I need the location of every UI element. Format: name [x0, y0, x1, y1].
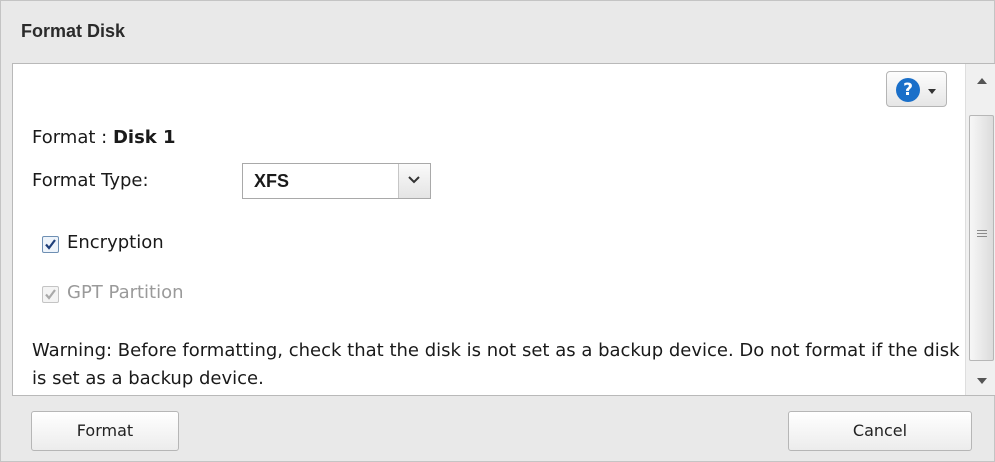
dropdown-button[interactable] — [398, 164, 430, 198]
dialog-title: Format Disk — [21, 21, 126, 41]
check-icon — [45, 289, 56, 300]
help-button[interactable]: ? — [886, 71, 947, 107]
scroll-up-arrow-icon[interactable] — [977, 78, 987, 84]
format-disk-dialog: Format Disk ? Format : Disk 1 Format Typ… — [0, 0, 995, 462]
gpt-partition-checkbox — [42, 286, 59, 303]
format-label: Format : — [32, 127, 108, 148]
scrollbar-thumb[interactable] — [969, 115, 994, 361]
encryption-checkbox[interactable] — [42, 236, 59, 253]
cancel-button[interactable]: Cancel — [788, 411, 972, 451]
format-disk-row: Format : Disk 1 — [32, 127, 176, 148]
vertical-scrollbar[interactable] — [965, 64, 995, 395]
check-icon — [45, 239, 56, 250]
grip-icon — [977, 230, 987, 239]
format-button[interactable]: Format — [31, 411, 179, 451]
chevron-down-icon — [408, 176, 420, 184]
encryption-label: Encryption — [67, 232, 164, 253]
caret-down-icon — [928, 89, 936, 94]
dialog-content: ? Format : Disk 1 Format Type: XFS Encry… — [12, 63, 995, 396]
help-question-icon: ? — [896, 78, 920, 102]
format-type-select[interactable]: XFS — [242, 163, 431, 199]
format-disk-value: Disk 1 — [112, 127, 176, 148]
format-type-value: XFS — [254, 171, 290, 191]
gpt-partition-label: GPT Partition — [67, 282, 184, 303]
warning-text: Warning: Before formatting, check that t… — [32, 340, 960, 389]
scroll-down-arrow-icon[interactable] — [977, 378, 987, 384]
format-type-label: Format Type: — [32, 170, 149, 191]
